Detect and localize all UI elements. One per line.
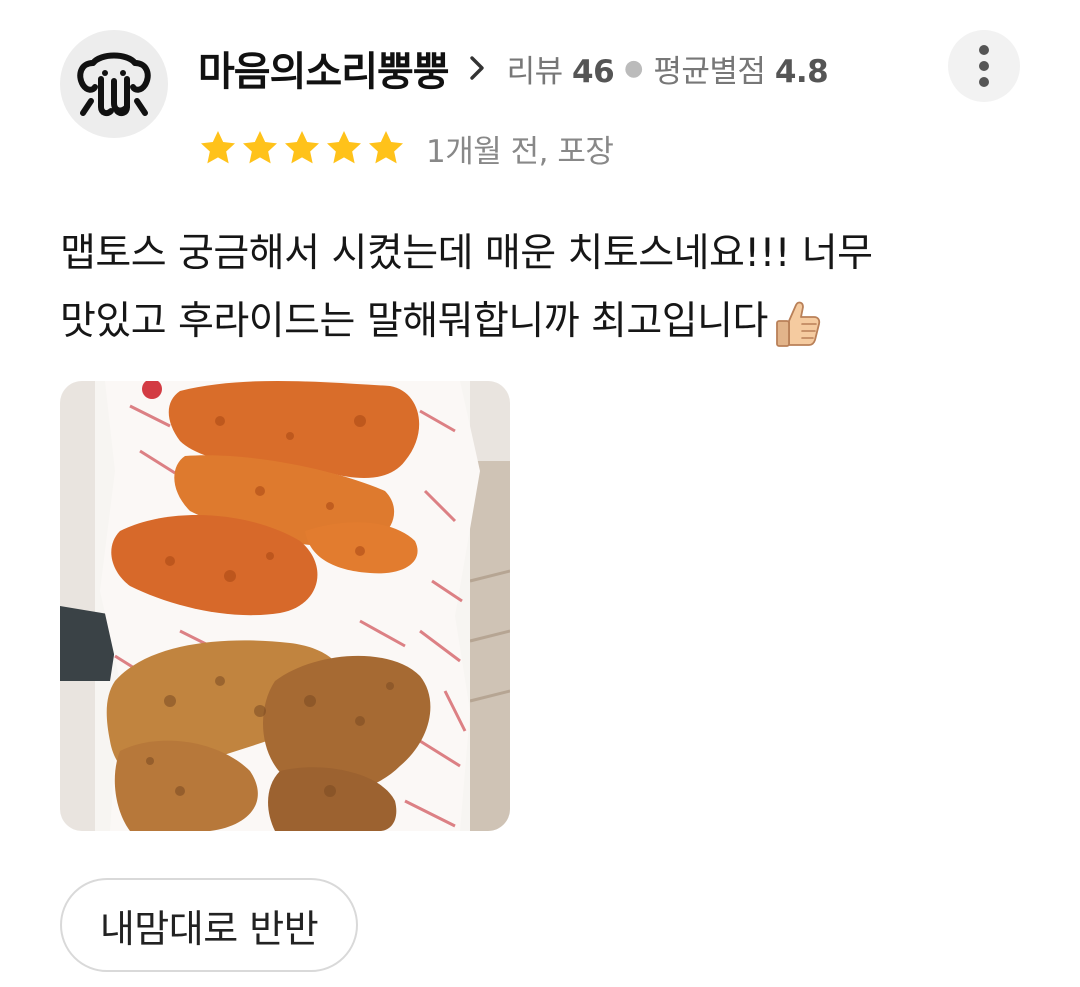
rating-row: 1개월 전, 포장 [198,124,614,172]
reviewer-nickname[interactable]: 마음의소리뿡뿡 [198,39,450,97]
reviewer-header: 마음의소리뿡뿡 리뷰 46 ● 평균별점 4.8 [198,39,829,97]
star-icon [327,131,361,164]
review-count-value: 46 [572,53,615,90]
elephant-icon [77,52,151,117]
thumbs-up-icon [776,301,821,347]
menu-chip[interactable]: 내맘대로 반반 [60,878,358,972]
review-text-line-2-content: 맛있고 후라이드는 말해뭐합니까 최고입니다 [60,299,768,344]
star-icon [369,131,403,164]
chevron-right-icon[interactable] [467,54,487,82]
star-rating [198,128,406,168]
review-count-label: 리뷰 [506,53,564,90]
average-rating-label: 평균별점 [653,53,766,90]
star-icon [285,131,319,164]
review-text-line-2: 맛있고 후라이드는 말해뭐합니까 최고입니다 [60,288,1020,356]
star-icon [201,131,235,164]
review-text: 맵토스 궁금해서 시켰는데 매운 치토스네요!!! 너무 맛있고 후라이드는 말… [60,220,1020,356]
more-vertical-icon [979,45,989,87]
star-icon [243,131,277,164]
average-rating-value: 4.8 [774,53,829,90]
review-text-line-1: 맵토스 궁금해서 시켰는데 매운 치토스네요!!! 너무 [60,231,873,276]
average-rating: 평균별점 4.8 [653,46,828,91]
more-options-button[interactable] [948,30,1020,102]
review-photo[interactable] [60,381,510,831]
reviewer-avatar[interactable] [60,30,168,138]
review-meta: 1개월 전, 포장 [426,133,614,170]
separator-dot: ● [624,55,644,81]
review-count: 리뷰 46 [507,46,615,91]
fried-chicken-photo [60,381,510,831]
